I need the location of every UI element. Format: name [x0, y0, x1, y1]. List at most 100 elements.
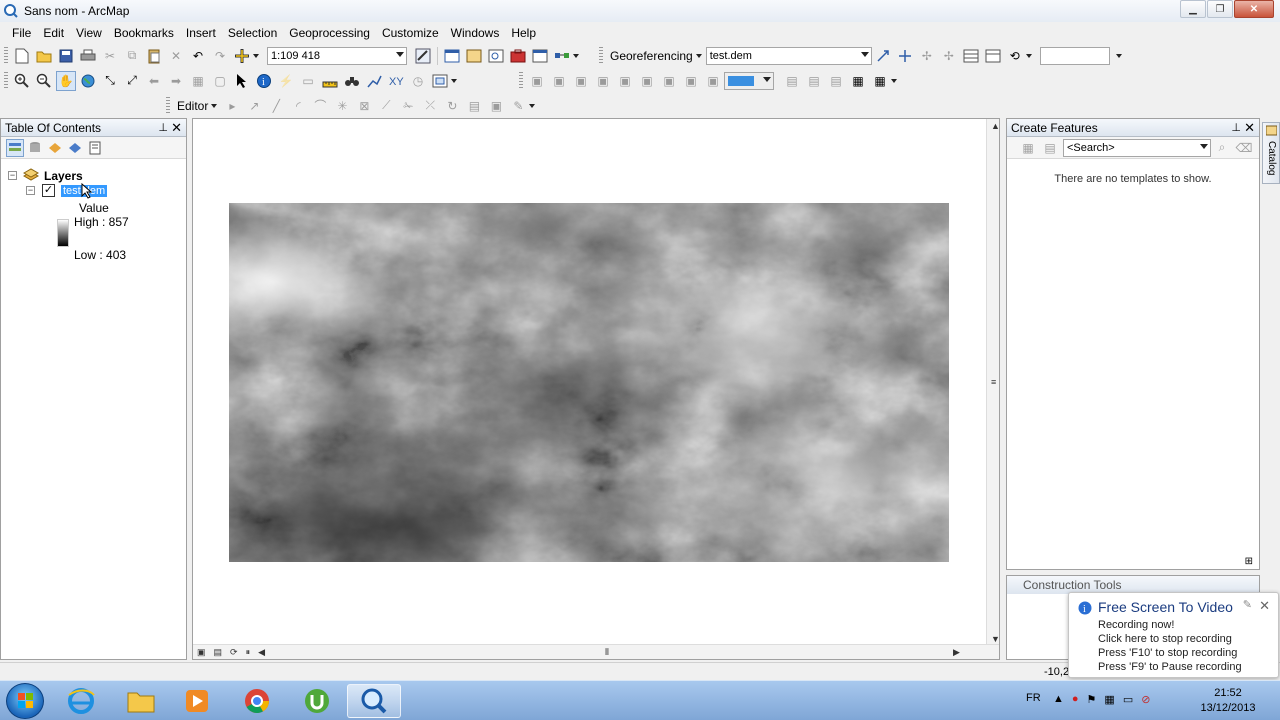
go-back-icon[interactable]: ⬅ — [144, 71, 164, 91]
georef-tool-icon[interactable]: ▣ — [637, 71, 657, 91]
georef-tool-icon[interactable]: ▣ — [659, 71, 679, 91]
data-view-canvas[interactable] — [193, 119, 988, 646]
find-route-icon[interactable] — [364, 71, 384, 91]
recording-indicator-icon[interactable]: ● — [1072, 693, 1079, 706]
georef-tool-icon[interactable]: ▣ — [527, 71, 547, 91]
input-language-indicator[interactable]: FR — [1026, 692, 1041, 704]
shift-icon[interactable] — [895, 46, 915, 66]
menu-selection[interactable]: Selection — [222, 23, 283, 43]
taskbar-chrome[interactable] — [230, 684, 284, 718]
georef-tool-icon[interactable]: ▣ — [703, 71, 723, 91]
add-data-dropdown-icon[interactable] — [253, 53, 259, 58]
data-view-icon[interactable]: ▤ — [214, 647, 223, 658]
delete-icon[interactable]: ✕ — [166, 46, 186, 66]
system-clock[interactable]: 21:52 13/12/2013 — [1198, 686, 1258, 716]
network-icon[interactable]: ▦ — [1104, 693, 1114, 706]
menu-customize[interactable]: Customize — [376, 23, 445, 43]
menu-windows[interactable]: Windows — [445, 23, 506, 43]
catalog-side-tab[interactable]: Catalog — [1262, 122, 1280, 184]
georef-tool-icon[interactable]: ▣ — [615, 71, 635, 91]
table-of-contents-icon[interactable] — [442, 46, 462, 66]
taskbar-internet-explorer[interactable] — [54, 684, 108, 718]
clear-selection-icon[interactable]: ▢ — [210, 71, 230, 91]
reshape-icon[interactable]: ⟋ — [376, 96, 396, 116]
action-center-flag-icon[interactable]: ⚑ — [1087, 693, 1097, 706]
clear-search-icon[interactable]: ⌫ — [1234, 138, 1254, 158]
refresh-icon[interactable]: ⟳ — [230, 647, 238, 658]
view-link-table-icon[interactable] — [961, 46, 981, 66]
minimize-button[interactable]: ▁ — [1180, 0, 1206, 18]
menu-edit[interactable]: Edit — [37, 23, 70, 43]
map-scale-combo[interactable]: 1:109 418 — [267, 46, 407, 65]
layout-tool-icon[interactable]: ▦ — [848, 71, 868, 91]
viewer-icon[interactable] — [983, 46, 1003, 66]
scale-icon[interactable]: ✢ — [917, 46, 937, 66]
sketch-properties-icon[interactable]: ▣ — [486, 96, 506, 116]
toolbar-grip[interactable] — [599, 46, 603, 65]
taskbar-arcmap[interactable] — [347, 684, 401, 718]
chevron-down-icon[interactable] — [1025, 53, 1032, 58]
cut-polygons-icon[interactable]: ✁ — [398, 96, 418, 116]
paste-icon[interactable] — [144, 46, 164, 66]
html-popup-icon[interactable]: ▭ — [298, 71, 318, 91]
template-search-input[interactable]: <Search> — [1063, 138, 1211, 157]
settings-wrench-icon[interactable]: ✎ — [1243, 598, 1252, 611]
volume-muted-icon[interactable]: ⊘ — [1141, 693, 1150, 706]
list-by-drawing-order-icon[interactable] — [6, 138, 24, 157]
cut-icon[interactable]: ✂ — [100, 46, 120, 66]
scroll-left-icon[interactable]: ◀ — [258, 647, 265, 658]
toolbar-options-icon[interactable] — [891, 78, 897, 83]
organize-templates-icon[interactable]: ▦ — [1018, 138, 1038, 158]
list-by-selection-icon[interactable] — [66, 139, 84, 157]
search-window-icon[interactable] — [486, 46, 506, 66]
editor-menu[interactable]: Editor — [173, 99, 221, 113]
toolbar-options-icon[interactable] — [529, 103, 536, 108]
layout-tool-icon[interactable]: ▤ — [782, 71, 802, 91]
arctoolbox-icon[interactable] — [508, 46, 528, 66]
maximize-button[interactable]: ❐ — [1207, 0, 1233, 18]
copy-icon[interactable]: ⧉ — [122, 46, 142, 66]
select-elements-arrow-icon[interactable] — [232, 71, 252, 91]
create-features-icon[interactable]: ✎ — [508, 96, 528, 116]
editor-toolbar-icon[interactable] — [413, 46, 433, 66]
color-swatch-combo[interactable] — [724, 71, 774, 90]
hscroll-thumb-icon[interactable]: ⦀ — [605, 647, 609, 658]
full-extent-globe-icon[interactable] — [78, 71, 98, 91]
go-forward-icon[interactable]: ➡ — [166, 71, 186, 91]
fixed-zoom-in-icon[interactable]: ⤡ — [100, 71, 120, 91]
scroll-down-icon[interactable]: ▼ — [991, 634, 1000, 644]
georeferencing-menu[interactable]: Georeferencing — [606, 49, 706, 63]
toolbar-grip[interactable] — [4, 71, 8, 90]
menu-help[interactable]: Help — [505, 23, 542, 43]
scroll-thumb-icon[interactable]: ≡ — [991, 377, 996, 387]
select-features-icon[interactable]: ▦ — [188, 71, 208, 91]
georef-tool-icon[interactable]: ▣ — [571, 71, 591, 91]
point-icon[interactable]: ✳ — [332, 96, 352, 116]
identify-icon[interactable]: i — [254, 71, 274, 91]
map-display[interactable]: ▲ ≡ ▼ ▣ ▤ ⟳ ⏸ ◀ ⦀ ▶ — [192, 118, 1000, 660]
undo-icon[interactable]: ↶ — [188, 46, 208, 66]
template-properties-icon[interactable]: ▤ — [1040, 138, 1060, 158]
layout-view-icon[interactable]: ▣ — [197, 647, 206, 658]
dem-raster-image[interactable] — [229, 203, 949, 562]
print-icon[interactable] — [78, 46, 98, 66]
menu-file[interactable]: File — [6, 23, 37, 43]
edit-vertices-icon[interactable]: ⊠ — [354, 96, 374, 116]
save-icon[interactable] — [56, 46, 76, 66]
rotate-edit-icon[interactable]: ↻ — [442, 96, 462, 116]
taskbar-media-player[interactable] — [170, 684, 224, 718]
pause-drawing-icon[interactable]: ⏸ — [246, 647, 251, 658]
zoom-out-icon[interactable] — [34, 71, 54, 91]
attributes-icon[interactable]: ▤ — [464, 96, 484, 116]
georef-tool-icon[interactable]: ▣ — [549, 71, 569, 91]
pin-icon[interactable]: ⊥ — [158, 121, 168, 134]
open-folder-icon[interactable] — [34, 46, 54, 66]
rotate-icon[interactable] — [873, 46, 893, 66]
list-by-visibility-icon[interactable] — [46, 139, 64, 157]
new-document-icon[interactable] — [12, 46, 32, 66]
georef-tool-icon[interactable]: ▣ — [681, 71, 701, 91]
scroll-right-icon[interactable]: ▶ — [953, 647, 960, 658]
split-icon[interactable]: ⤫ — [420, 96, 440, 116]
python-window-icon[interactable] — [530, 46, 550, 66]
fixed-zoom-out-icon[interactable]: ⤢ — [122, 71, 142, 91]
